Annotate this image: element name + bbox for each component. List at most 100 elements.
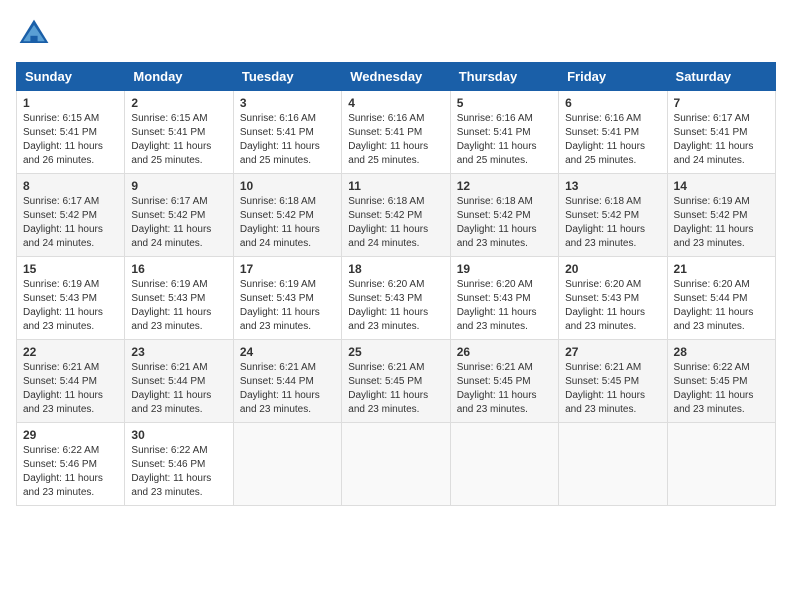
calendar-cell: 11 Sunrise: 6:18 AM Sunset: 5:42 PM Dayli…: [342, 174, 450, 257]
day-number: 30: [131, 428, 226, 442]
day-number: 1: [23, 96, 118, 110]
day-number: 7: [674, 96, 769, 110]
calendar-cell: 5 Sunrise: 6:16 AM Sunset: 5:41 PM Daylig…: [450, 91, 558, 174]
day-number: 25: [348, 345, 443, 359]
calendar-table: SundayMondayTuesdayWednesdayThursdayFrid…: [16, 62, 776, 506]
calendar-cell: [559, 423, 667, 506]
calendar-cell: 10 Sunrise: 6:18 AM Sunset: 5:42 PM Dayli…: [233, 174, 341, 257]
page-header: [16, 16, 776, 52]
calendar-body: 1 Sunrise: 6:15 AM Sunset: 5:41 PM Daylig…: [17, 91, 776, 506]
cell-info: Sunrise: 6:21 AM Sunset: 5:45 PM Dayligh…: [348, 361, 443, 417]
cell-info: Sunrise: 6:20 AM Sunset: 5:43 PM Dayligh…: [348, 278, 443, 334]
day-number: 14: [674, 179, 769, 193]
calendar-cell: 21 Sunrise: 6:20 AM Sunset: 5:44 PM Dayli…: [667, 257, 775, 340]
logo: [16, 16, 58, 52]
day-number: 12: [457, 179, 552, 193]
cell-info: Sunrise: 6:15 AM Sunset: 5:41 PM Dayligh…: [131, 112, 226, 168]
calendar-cell: 20 Sunrise: 6:20 AM Sunset: 5:43 PM Dayli…: [559, 257, 667, 340]
day-number: 29: [23, 428, 118, 442]
cell-info: Sunrise: 6:19 AM Sunset: 5:43 PM Dayligh…: [23, 278, 118, 334]
calendar-cell: 24 Sunrise: 6:21 AM Sunset: 5:44 PM Dayli…: [233, 340, 341, 423]
calendar-cell: 6 Sunrise: 6:16 AM Sunset: 5:41 PM Daylig…: [559, 91, 667, 174]
calendar-cell: 16Sunrise: 6:19 AM Sunset: 5:43 PM Dayli…: [125, 257, 233, 340]
weekday-header-tuesday: Tuesday: [233, 63, 341, 91]
cell-info: Sunrise: 6:20 AM Sunset: 5:44 PM Dayligh…: [674, 278, 769, 334]
day-number: 27: [565, 345, 660, 359]
cell-info: Sunrise: 6:19 AM Sunset: 5:42 PM Dayligh…: [674, 195, 769, 251]
calendar-cell: [450, 423, 558, 506]
calendar-cell: 27Sunrise: 6:21 AM Sunset: 5:45 PM Dayli…: [559, 340, 667, 423]
cell-info: Sunrise: 6:17 AM Sunset: 5:41 PM Dayligh…: [674, 112, 769, 168]
day-number: 26: [457, 345, 552, 359]
cell-info: Sunrise: 6:19 AM Sunset: 5:43 PM Dayligh…: [240, 278, 335, 334]
calendar-cell: 30Sunrise: 6:22 AM Sunset: 5:46 PM Dayli…: [125, 423, 233, 506]
calendar-cell: [667, 423, 775, 506]
calendar-cell: 28Sunrise: 6:22 AM Sunset: 5:45 PM Dayli…: [667, 340, 775, 423]
calendar-cell: 14 Sunrise: 6:19 AM Sunset: 5:42 PM Dayli…: [667, 174, 775, 257]
weekday-header-wednesday: Wednesday: [342, 63, 450, 91]
day-number: 24: [240, 345, 335, 359]
cell-info: Sunrise: 6:21 AM Sunset: 5:45 PM Dayligh…: [457, 361, 552, 417]
weekday-header-friday: Friday: [559, 63, 667, 91]
day-number: 5: [457, 96, 552, 110]
weekday-header-monday: Monday: [125, 63, 233, 91]
calendar-cell: 1 Sunrise: 6:15 AM Sunset: 5:41 PM Daylig…: [17, 91, 125, 174]
day-number: 23: [131, 345, 226, 359]
cell-info: Sunrise: 6:17 AM Sunset: 5:42 PM Dayligh…: [23, 195, 118, 251]
day-number: 4: [348, 96, 443, 110]
calendar-cell: 4 Sunrise: 6:16 AM Sunset: 5:41 PM Daylig…: [342, 91, 450, 174]
weekday-header-thursday: Thursday: [450, 63, 558, 91]
cell-info: Sunrise: 6:16 AM Sunset: 5:41 PM Dayligh…: [565, 112, 660, 168]
cell-info: Sunrise: 6:21 AM Sunset: 5:44 PM Dayligh…: [240, 361, 335, 417]
weekday-header-row: SundayMondayTuesdayWednesdayThursdayFrid…: [17, 63, 776, 91]
cell-info: Sunrise: 6:22 AM Sunset: 5:46 PM Dayligh…: [23, 444, 118, 500]
day-number: 3: [240, 96, 335, 110]
cell-info: Sunrise: 6:16 AM Sunset: 5:41 PM Dayligh…: [240, 112, 335, 168]
day-number: 20: [565, 262, 660, 276]
cell-info: Sunrise: 6:20 AM Sunset: 5:43 PM Dayligh…: [565, 278, 660, 334]
calendar-cell: 9 Sunrise: 6:17 AM Sunset: 5:42 PM Daylig…: [125, 174, 233, 257]
calendar-cell: 13Sunrise: 6:18 AM Sunset: 5:42 PM Dayli…: [559, 174, 667, 257]
calendar-cell: 12 Sunrise: 6:18 AM Sunset: 5:42 PM Dayli…: [450, 174, 558, 257]
weekday-header-saturday: Saturday: [667, 63, 775, 91]
day-number: 16: [131, 262, 226, 276]
cell-info: Sunrise: 6:15 AM Sunset: 5:41 PM Dayligh…: [23, 112, 118, 168]
day-number: 9: [131, 179, 226, 193]
weekday-header-sunday: Sunday: [17, 63, 125, 91]
calendar-week-3: 15 Sunrise: 6:19 AM Sunset: 5:43 PM Dayli…: [17, 257, 776, 340]
calendar-cell: 2Sunrise: 6:15 AM Sunset: 5:41 PM Daylig…: [125, 91, 233, 174]
calendar-week-1: 1 Sunrise: 6:15 AM Sunset: 5:41 PM Daylig…: [17, 91, 776, 174]
cell-info: Sunrise: 6:21 AM Sunset: 5:44 PM Dayligh…: [131, 361, 226, 417]
calendar-cell: 18 Sunrise: 6:20 AM Sunset: 5:43 PM Dayli…: [342, 257, 450, 340]
cell-info: Sunrise: 6:18 AM Sunset: 5:42 PM Dayligh…: [240, 195, 335, 251]
cell-info: Sunrise: 6:17 AM Sunset: 5:42 PM Dayligh…: [131, 195, 226, 251]
calendar-cell: [342, 423, 450, 506]
cell-info: Sunrise: 6:18 AM Sunset: 5:42 PM Dayligh…: [457, 195, 552, 251]
calendar-cell: 23 Sunrise: 6:21 AM Sunset: 5:44 PM Dayli…: [125, 340, 233, 423]
day-number: 6: [565, 96, 660, 110]
calendar-week-5: 29 Sunrise: 6:22 AM Sunset: 5:46 PM Dayli…: [17, 423, 776, 506]
cell-info: Sunrise: 6:18 AM Sunset: 5:42 PM Dayligh…: [348, 195, 443, 251]
calendar-week-2: 8 Sunrise: 6:17 AM Sunset: 5:42 PM Daylig…: [17, 174, 776, 257]
cell-info: Sunrise: 6:16 AM Sunset: 5:41 PM Dayligh…: [348, 112, 443, 168]
calendar-week-4: 22 Sunrise: 6:21 AM Sunset: 5:44 PM Dayli…: [17, 340, 776, 423]
day-number: 18: [348, 262, 443, 276]
day-number: 10: [240, 179, 335, 193]
day-number: 22: [23, 345, 118, 359]
day-number: 28: [674, 345, 769, 359]
day-number: 17: [240, 262, 335, 276]
day-number: 21: [674, 262, 769, 276]
cell-info: Sunrise: 6:18 AM Sunset: 5:42 PM Dayligh…: [565, 195, 660, 251]
calendar-cell: [233, 423, 341, 506]
calendar-cell: 8 Sunrise: 6:17 AM Sunset: 5:42 PM Daylig…: [17, 174, 125, 257]
day-number: 8: [23, 179, 118, 193]
calendar-cell: 7 Sunrise: 6:17 AM Sunset: 5:41 PM Daylig…: [667, 91, 775, 174]
day-number: 11: [348, 179, 443, 193]
day-number: 19: [457, 262, 552, 276]
calendar-cell: 19Sunrise: 6:20 AM Sunset: 5:43 PM Dayli…: [450, 257, 558, 340]
day-number: 15: [23, 262, 118, 276]
calendar-cell: 26 Sunrise: 6:21 AM Sunset: 5:45 PM Dayli…: [450, 340, 558, 423]
cell-info: Sunrise: 6:16 AM Sunset: 5:41 PM Dayligh…: [457, 112, 552, 168]
cell-info: Sunrise: 6:21 AM Sunset: 5:44 PM Dayligh…: [23, 361, 118, 417]
calendar-header: SundayMondayTuesdayWednesdayThursdayFrid…: [17, 63, 776, 91]
